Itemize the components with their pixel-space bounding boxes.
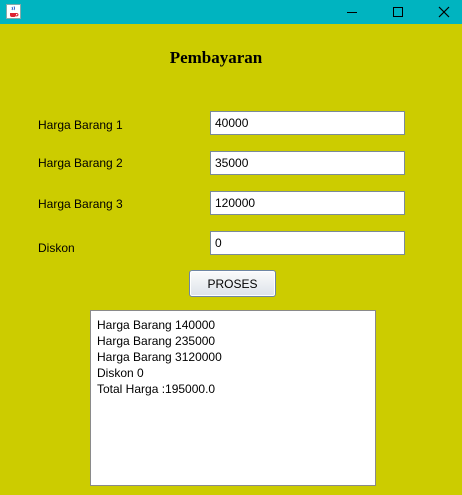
harga-barang-3-label: Harga Barang 3 bbox=[38, 197, 123, 211]
java-cup-icon bbox=[6, 4, 21, 19]
result-line: Harga Barang 3120000 bbox=[97, 350, 222, 364]
result-line: Harga Barang 235000 bbox=[97, 334, 216, 348]
result-line: Harga Barang 140000 bbox=[97, 318, 216, 332]
diskon-label: Diskon bbox=[38, 241, 75, 255]
harga-barang-2-input[interactable] bbox=[210, 151, 405, 175]
maximize-button[interactable] bbox=[375, 0, 421, 24]
result-line: Total Harga :195000.0 bbox=[97, 382, 216, 396]
harga-barang-1-label: Harga Barang 1 bbox=[38, 118, 123, 132]
harga-barang-3-input[interactable] bbox=[210, 191, 405, 215]
harga-barang-1-input[interactable] bbox=[210, 111, 405, 135]
result-line: Diskon 0 bbox=[97, 366, 144, 380]
harga-barang-2-label: Harga Barang 2 bbox=[38, 156, 123, 170]
close-button[interactable] bbox=[421, 0, 462, 24]
result-textarea[interactable]: Harga Barang 140000 Harga Barang 235000 … bbox=[90, 310, 376, 486]
minimize-button[interactable] bbox=[329, 0, 375, 24]
close-icon bbox=[438, 6, 450, 18]
diskon-input[interactable] bbox=[210, 231, 405, 255]
proses-button[interactable]: PROSES bbox=[189, 270, 276, 297]
form-title: Pembayaran bbox=[169, 48, 263, 67]
form-panel: Pembayaran Harga Barang 1 Harga Barang 2… bbox=[0, 24, 462, 495]
minimize-icon bbox=[347, 12, 357, 13]
maximize-icon bbox=[393, 7, 403, 17]
window-titlebar[interactable] bbox=[0, 0, 462, 24]
